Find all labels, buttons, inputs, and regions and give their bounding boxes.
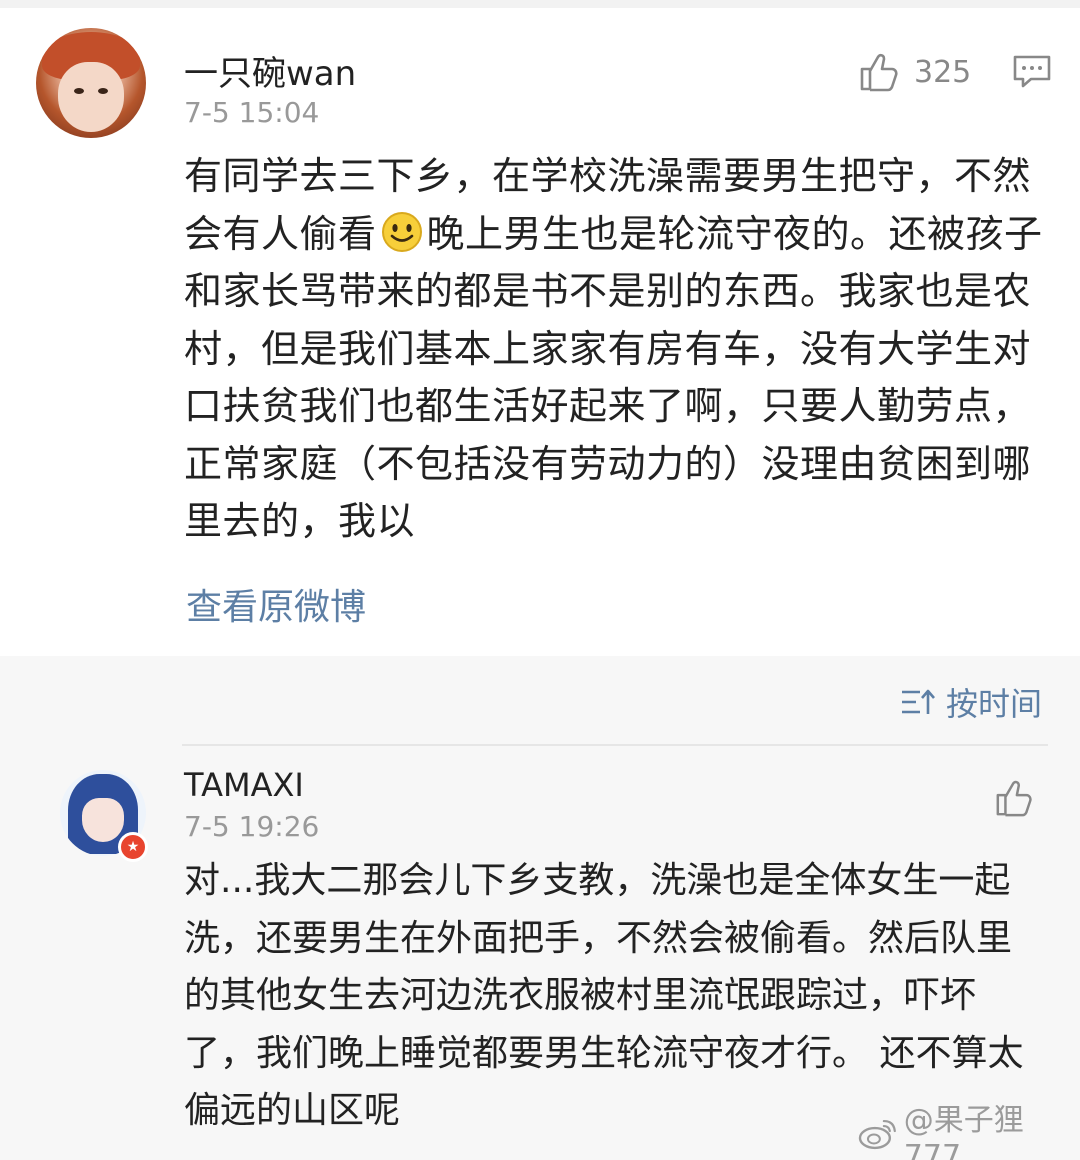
post-author-avatar[interactable]	[36, 28, 146, 138]
sort-by-time-button[interactable]: 按时间	[900, 680, 1042, 724]
watermark: @果子狸777	[858, 1103, 1080, 1160]
like-count: 325	[914, 54, 972, 90]
smiley-face-icon	[381, 211, 422, 252]
comment-timestamp: 7-5 19:26	[184, 810, 320, 843]
divider	[182, 744, 1048, 746]
post-body-text: 有同学去三下乡，在学校洗澡需要男生把守，不然会有人偷看 晚上男生也是轮流守夜的。…	[184, 148, 1054, 551]
weibo-logo-icon	[858, 1119, 896, 1150]
commenter-name[interactable]: TAMAXI	[184, 766, 304, 804]
post-text-part2: 晚上男生也是轮流守夜的。还被孩子和家长骂带来的都是书不是别的东西。我家也是农村，…	[184, 211, 1043, 544]
post-like-button[interactable]: 325	[858, 50, 971, 94]
sort-icon	[902, 689, 935, 714]
comment-icon[interactable]	[1012, 54, 1052, 90]
thumbs-up-icon	[860, 53, 898, 92]
watermark-text: @果子狸777	[903, 1102, 1024, 1160]
sort-label: 按时间	[946, 685, 1043, 723]
view-original-post-link[interactable]: 查看原微博	[186, 578, 366, 630]
verified-badge-icon: ★	[118, 832, 148, 862]
comment-like-icon[interactable]	[994, 778, 1034, 818]
post-author-name[interactable]: 一只碗wan	[184, 46, 356, 95]
post-timestamp: 7-5 15:04	[184, 96, 320, 129]
